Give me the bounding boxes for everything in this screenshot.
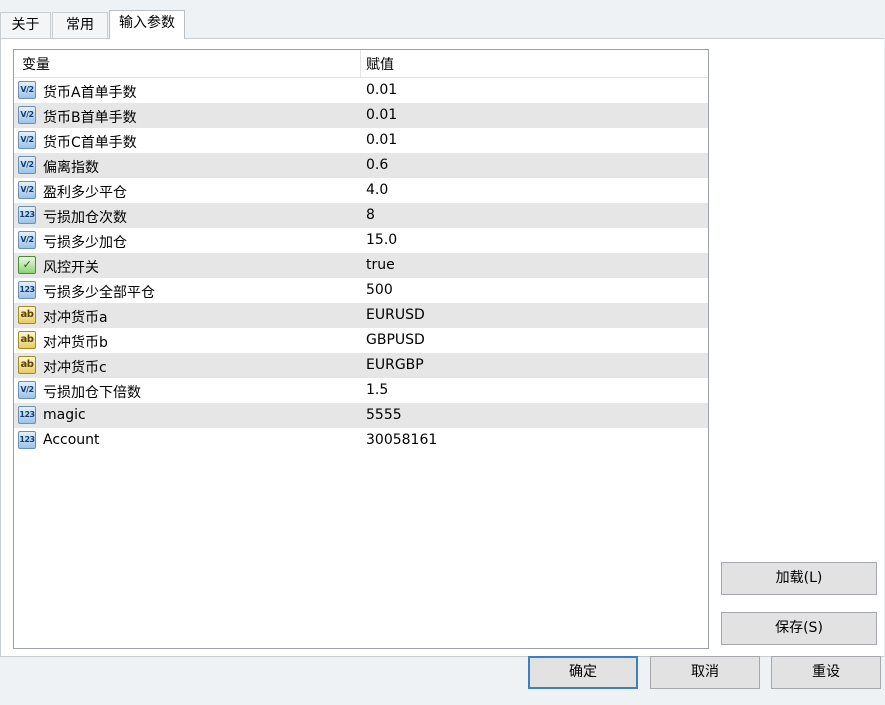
parameter-row[interactable]: V/2 盈利多少平仓 4.0: [14, 178, 708, 203]
parameter-value[interactable]: 0.01: [366, 82, 397, 98]
parameter-name: Account: [43, 432, 100, 448]
integer-icon: 123: [18, 206, 36, 224]
parameter-value[interactable]: 5555: [366, 407, 402, 423]
string-icon: ab: [18, 306, 36, 324]
parameter-value[interactable]: true: [366, 257, 395, 273]
save-button[interactable]: 保存(S): [721, 612, 877, 645]
parameters-grid: 变量 赋值 V/2 货币A首单手数 0.01 V/2 货币B首单手数 0.01 V/2 货币C…: [13, 49, 709, 649]
cancel-button[interactable]: 取消: [650, 656, 760, 689]
parameter-name: 货币A首单手数: [43, 85, 137, 101]
parameter-name: 货币B首单手数: [43, 110, 137, 126]
parameter-rows: V/2 货币A首单手数 0.01 V/2 货币B首单手数 0.01 V/2 货币C首单手数 0.…: [14, 78, 708, 453]
parameter-value[interactable]: EURGBP: [366, 357, 424, 373]
parameter-row[interactable]: 123 Account 30058161: [14, 428, 708, 453]
grid-header: 变量 赋值: [14, 50, 708, 78]
parameter-name: magic: [43, 407, 86, 423]
string-icon: ab: [18, 331, 36, 349]
parameter-name: 对冲货币b: [43, 335, 108, 351]
double-icon: V/2: [18, 181, 36, 199]
bool-icon: ✓: [18, 256, 36, 274]
load-button[interactable]: 加载(L): [721, 562, 877, 595]
parameter-value[interactable]: GBPUSD: [366, 332, 425, 348]
parameter-value[interactable]: EURUSD: [366, 307, 425, 323]
double-icon: V/2: [18, 131, 36, 149]
parameter-row[interactable]: ab 对冲货币c EURGBP: [14, 353, 708, 378]
parameter-value[interactable]: 30058161: [366, 432, 437, 448]
parameter-value[interactable]: 0.01: [366, 132, 397, 148]
double-icon: V/2: [18, 156, 36, 174]
parameter-row[interactable]: V/2 亏损加仓下倍数 1.5: [14, 378, 708, 403]
parameter-value[interactable]: 8: [366, 207, 375, 223]
parameter-name: 亏损多少全部平仓: [43, 285, 155, 301]
integer-icon: 123: [18, 281, 36, 299]
parameter-name: 偏离指数: [43, 160, 99, 176]
parameter-row[interactable]: ab 对冲货币b GBPUSD: [14, 328, 708, 353]
tab-input-parameters[interactable]: 输入参数: [109, 10, 185, 39]
tab-about[interactable]: 关于: [0, 12, 51, 38]
parameter-name: 对冲货币a: [43, 310, 108, 326]
parameter-name: 亏损加仓次数: [43, 210, 127, 226]
tab-common[interactable]: 常用: [52, 12, 108, 38]
integer-icon: 123: [18, 406, 36, 424]
parameter-name: 亏损多少加仓: [43, 235, 127, 251]
double-icon: V/2: [18, 81, 36, 99]
ok-button[interactable]: 确定: [528, 656, 638, 689]
parameter-row[interactable]: 123 magic 5555: [14, 403, 708, 428]
parameter-name: 货币C首单手数: [43, 135, 137, 151]
header-variable[interactable]: 变量: [22, 54, 50, 74]
parameter-row[interactable]: 123 亏损多少全部平仓 500: [14, 278, 708, 303]
parameter-value[interactable]: 1.5: [366, 382, 388, 398]
string-icon: ab: [18, 356, 36, 374]
parameter-row[interactable]: 123 亏损加仓次数 8: [14, 203, 708, 228]
parameter-row[interactable]: V/2 偏离指数 0.6: [14, 153, 708, 178]
parameter-row[interactable]: V/2 货币A首单手数 0.01: [14, 78, 708, 103]
parameter-row[interactable]: V/2 亏损多少加仓 15.0: [14, 228, 708, 253]
parameter-row[interactable]: ✓ 风控开关 true: [14, 253, 708, 278]
double-icon: V/2: [18, 231, 36, 249]
parameter-name: 风控开关: [43, 260, 99, 276]
parameter-value[interactable]: 15.0: [366, 232, 397, 248]
double-icon: V/2: [18, 106, 36, 124]
parameter-name: 盈利多少平仓: [43, 185, 127, 201]
parameter-value[interactable]: 0.01: [366, 107, 397, 123]
header-value[interactable]: 赋值: [366, 54, 394, 74]
parameter-row[interactable]: V/2 货币C首单手数 0.01: [14, 128, 708, 153]
tab-bar: 关于 常用 输入参数: [0, 0, 885, 39]
integer-icon: 123: [18, 431, 36, 449]
input-parameters-panel: 变量 赋值 V/2 货币A首单手数 0.01 V/2 货币B首单手数 0.01 V/2 货币C…: [0, 38, 884, 657]
parameter-value[interactable]: 500: [366, 282, 393, 298]
parameter-row[interactable]: ab 对冲货币a EURUSD: [14, 303, 708, 328]
parameter-name: 亏损加仓下倍数: [43, 385, 141, 401]
parameter-row[interactable]: V/2 货币B首单手数 0.01: [14, 103, 708, 128]
parameter-value[interactable]: 0.6: [366, 157, 388, 173]
double-icon: V/2: [18, 381, 36, 399]
parameter-name: 对冲货币c: [43, 360, 107, 376]
reset-button[interactable]: 重设: [771, 656, 881, 689]
parameter-value[interactable]: 4.0: [366, 182, 388, 198]
